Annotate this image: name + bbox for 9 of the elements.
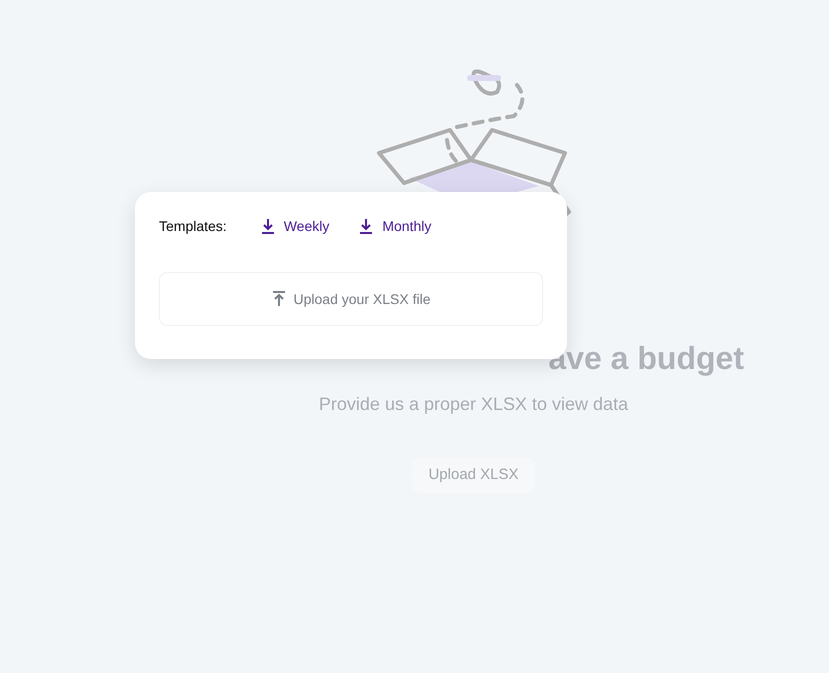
template-download-link[interactable]: Weekly	[260, 216, 330, 236]
download-icon	[359, 218, 374, 234]
upload-icon	[272, 291, 286, 307]
download-icon	[260, 218, 275, 234]
template-download-link[interactable]: Monthly	[359, 216, 432, 236]
upload-dropzone[interactable]: Upload your XLSX file	[159, 272, 543, 326]
templates-label: Templates:	[159, 216, 227, 236]
dropzone-label: Upload your XLSX file	[294, 290, 430, 309]
empty-state-subtitle: Provide us a proper XLSX to view data	[318, 393, 628, 416]
